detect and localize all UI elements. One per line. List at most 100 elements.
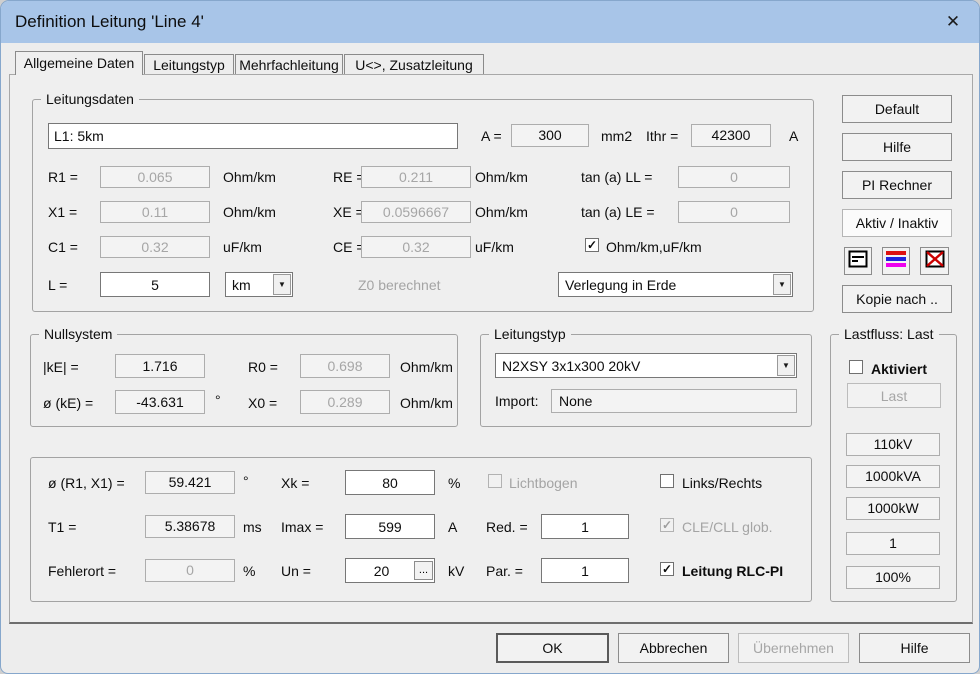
last-factor-box: 1 (846, 532, 940, 555)
links-rechts-checkbox[interactable] (660, 474, 674, 488)
imax-unit-label: A (448, 519, 457, 535)
xk-unit-label: % (448, 475, 460, 491)
ke-value-box: 1.716 (115, 354, 205, 378)
un-label: Un = (281, 563, 311, 579)
fehlerort-unit-label: % (243, 563, 255, 579)
dialog-window: Definition Leitung 'Line 4' ✕ Allgemeine… (0, 0, 980, 674)
length-input[interactable] (100, 272, 210, 297)
x1-unit-label: Ohm/km (223, 204, 276, 220)
re-value-box: 0.211 (361, 166, 471, 188)
phi-r1x1-unit-label: ° (243, 473, 249, 489)
tab-allgemeine-daten[interactable]: Allgemeine Daten (15, 51, 143, 75)
group-leitungsdaten-legend: Leitungsdaten (41, 91, 139, 107)
tan-ll-label: tan (a) LL = (581, 169, 652, 185)
xe-unit-label: Ohm/km (475, 204, 528, 220)
hilfe-side-button[interactable]: Hilfe (842, 133, 952, 161)
default-button[interactable]: Default (842, 95, 952, 123)
group-lastfluss: Lastfluss: Last Aktiviert Last 110kV 100… (830, 334, 957, 602)
r1-unit-label: Ohm/km (223, 169, 276, 185)
line-name-input[interactable] (48, 123, 458, 149)
ohmkm-checkbox[interactable]: ✓ (585, 238, 599, 252)
un-browse-button[interactable]: ... (414, 561, 433, 580)
ithr-value-box: 42300 (691, 124, 771, 147)
x0-value-box: 0.289 (300, 390, 390, 414)
area-label: A = (481, 128, 502, 144)
red-label: Red. = (486, 519, 528, 535)
group-leitungstyp-legend: Leitungstyp (489, 326, 571, 342)
verlegung-select[interactable]: Verlegung in Erde ▼ (558, 272, 793, 297)
chevron-down-icon[interactable]: ▼ (273, 274, 291, 295)
cle-cll-checkbox: ✓ (660, 518, 674, 532)
imax-input[interactable] (345, 514, 435, 539)
group-nullsystem: Nullsystem |kE| = 1.716 R0 = 0.698 Ohm/k… (30, 334, 458, 427)
group-lastfluss-legend: Lastfluss: Last (839, 326, 939, 342)
lichtbogen-checkbox-label: Lichtbogen (509, 475, 578, 491)
phike-label: ø (kE) = (43, 395, 93, 411)
t1-unit-label: ms (243, 519, 262, 535)
c1-value-box: 0.32 (100, 236, 210, 258)
xe-value-box: 0.0596667 (361, 201, 471, 223)
x0-unit-label: Ohm/km (400, 395, 453, 411)
tab-mehrfachleitung[interactable]: Mehrfachleitung (235, 54, 343, 75)
abbrechen-button[interactable]: Abbrechen (618, 633, 729, 663)
leitungstyp-select[interactable]: N2XSY 3x1x300 20kV ▼ (495, 353, 797, 378)
phike-value-box: -43.631 (115, 390, 205, 414)
group-leitungstyp: Leitungstyp N2XSY 3x1x300 20kV ▼ Import:… (480, 334, 812, 427)
last-kw-box: 1000kW (846, 497, 940, 520)
phi-r1x1-label: ø (R1, X1) = (48, 475, 125, 491)
leitung-rlc-pi-checkbox-label: Leitung RLC-PI (682, 563, 783, 579)
x1-label: X1 = (48, 204, 77, 220)
ce-label: CE = (333, 239, 365, 255)
xk-input[interactable] (345, 470, 435, 495)
links-rechts-checkbox-label: Links/Rechts (682, 475, 762, 491)
ohmkm-checkbox-label: Ohm/km,uF/km (606, 239, 702, 255)
window-title: Definition Leitung 'Line 4' (15, 1, 204, 43)
ce-unit-label: uF/km (475, 239, 514, 255)
imax-label: Imax = (281, 519, 323, 535)
line-color-button[interactable] (882, 247, 910, 275)
re-unit-label: Ohm/km (475, 169, 528, 185)
delete-line-button[interactable] (920, 247, 949, 275)
r0-value-box: 0.698 (300, 354, 390, 378)
last-voltage-box: 110kV (846, 433, 940, 456)
fehlerort-value-box: 0 (145, 559, 235, 582)
tan-ll-value-box: 0 (678, 166, 790, 188)
xe-label: XE = (333, 204, 364, 220)
par-input[interactable] (541, 558, 629, 583)
import-value-box: None (551, 389, 797, 413)
ithr-unit-label: A (789, 128, 798, 144)
ke-label: |kE| = (43, 359, 79, 375)
aktiv-inaktiv-button[interactable]: Aktiv / Inaktiv (842, 209, 952, 237)
chevron-down-icon[interactable]: ▼ (773, 274, 791, 295)
r1-label: R1 = (48, 169, 78, 185)
area-unit-label: mm2 (601, 128, 632, 144)
length-unit-select[interactable]: km ▼ (225, 272, 293, 297)
tab-leitungstyp[interactable]: Leitungstyp (144, 54, 234, 75)
cle-cll-checkbox-label: CLE/CLL glob. (682, 519, 773, 535)
c1-label: C1 = (48, 239, 78, 255)
pi-rechner-button[interactable]: PI Rechner (842, 171, 952, 199)
line-label-button[interactable] (844, 247, 872, 275)
delete-x-icon (925, 250, 945, 273)
red-input[interactable] (541, 514, 629, 539)
ok-button[interactable]: OK (496, 633, 609, 663)
leitung-rlc-pi-checkbox[interactable]: ✓ (660, 562, 674, 576)
tan-le-value-box: 0 (678, 201, 790, 223)
last-kva-box: 1000kVA (846, 465, 940, 488)
t1-value-box: 5.38678 (145, 515, 235, 538)
close-icon[interactable]: ✕ (939, 9, 967, 35)
kopie-nach-button[interactable]: Kopie nach .. (842, 285, 952, 313)
tab-zusatzleitung[interactable]: U<>, Zusatzleitung (344, 54, 484, 75)
ithr-label: Ithr = (646, 128, 678, 144)
text-label-icon (848, 250, 868, 273)
import-label: Import: (495, 393, 539, 409)
length-label: L = (48, 277, 67, 293)
color-bars-icon (886, 250, 906, 273)
hilfe-button[interactable]: Hilfe (859, 633, 970, 663)
lichtbogen-checkbox (488, 474, 502, 488)
chevron-down-icon[interactable]: ▼ (777, 355, 795, 376)
leitungstyp-selected: N2XSY 3x1x300 20kV (502, 354, 640, 377)
last-percent-box: 100% (846, 566, 940, 589)
aktiviert-checkbox[interactable] (849, 360, 863, 374)
ce-value-box: 0.32 (361, 236, 471, 258)
